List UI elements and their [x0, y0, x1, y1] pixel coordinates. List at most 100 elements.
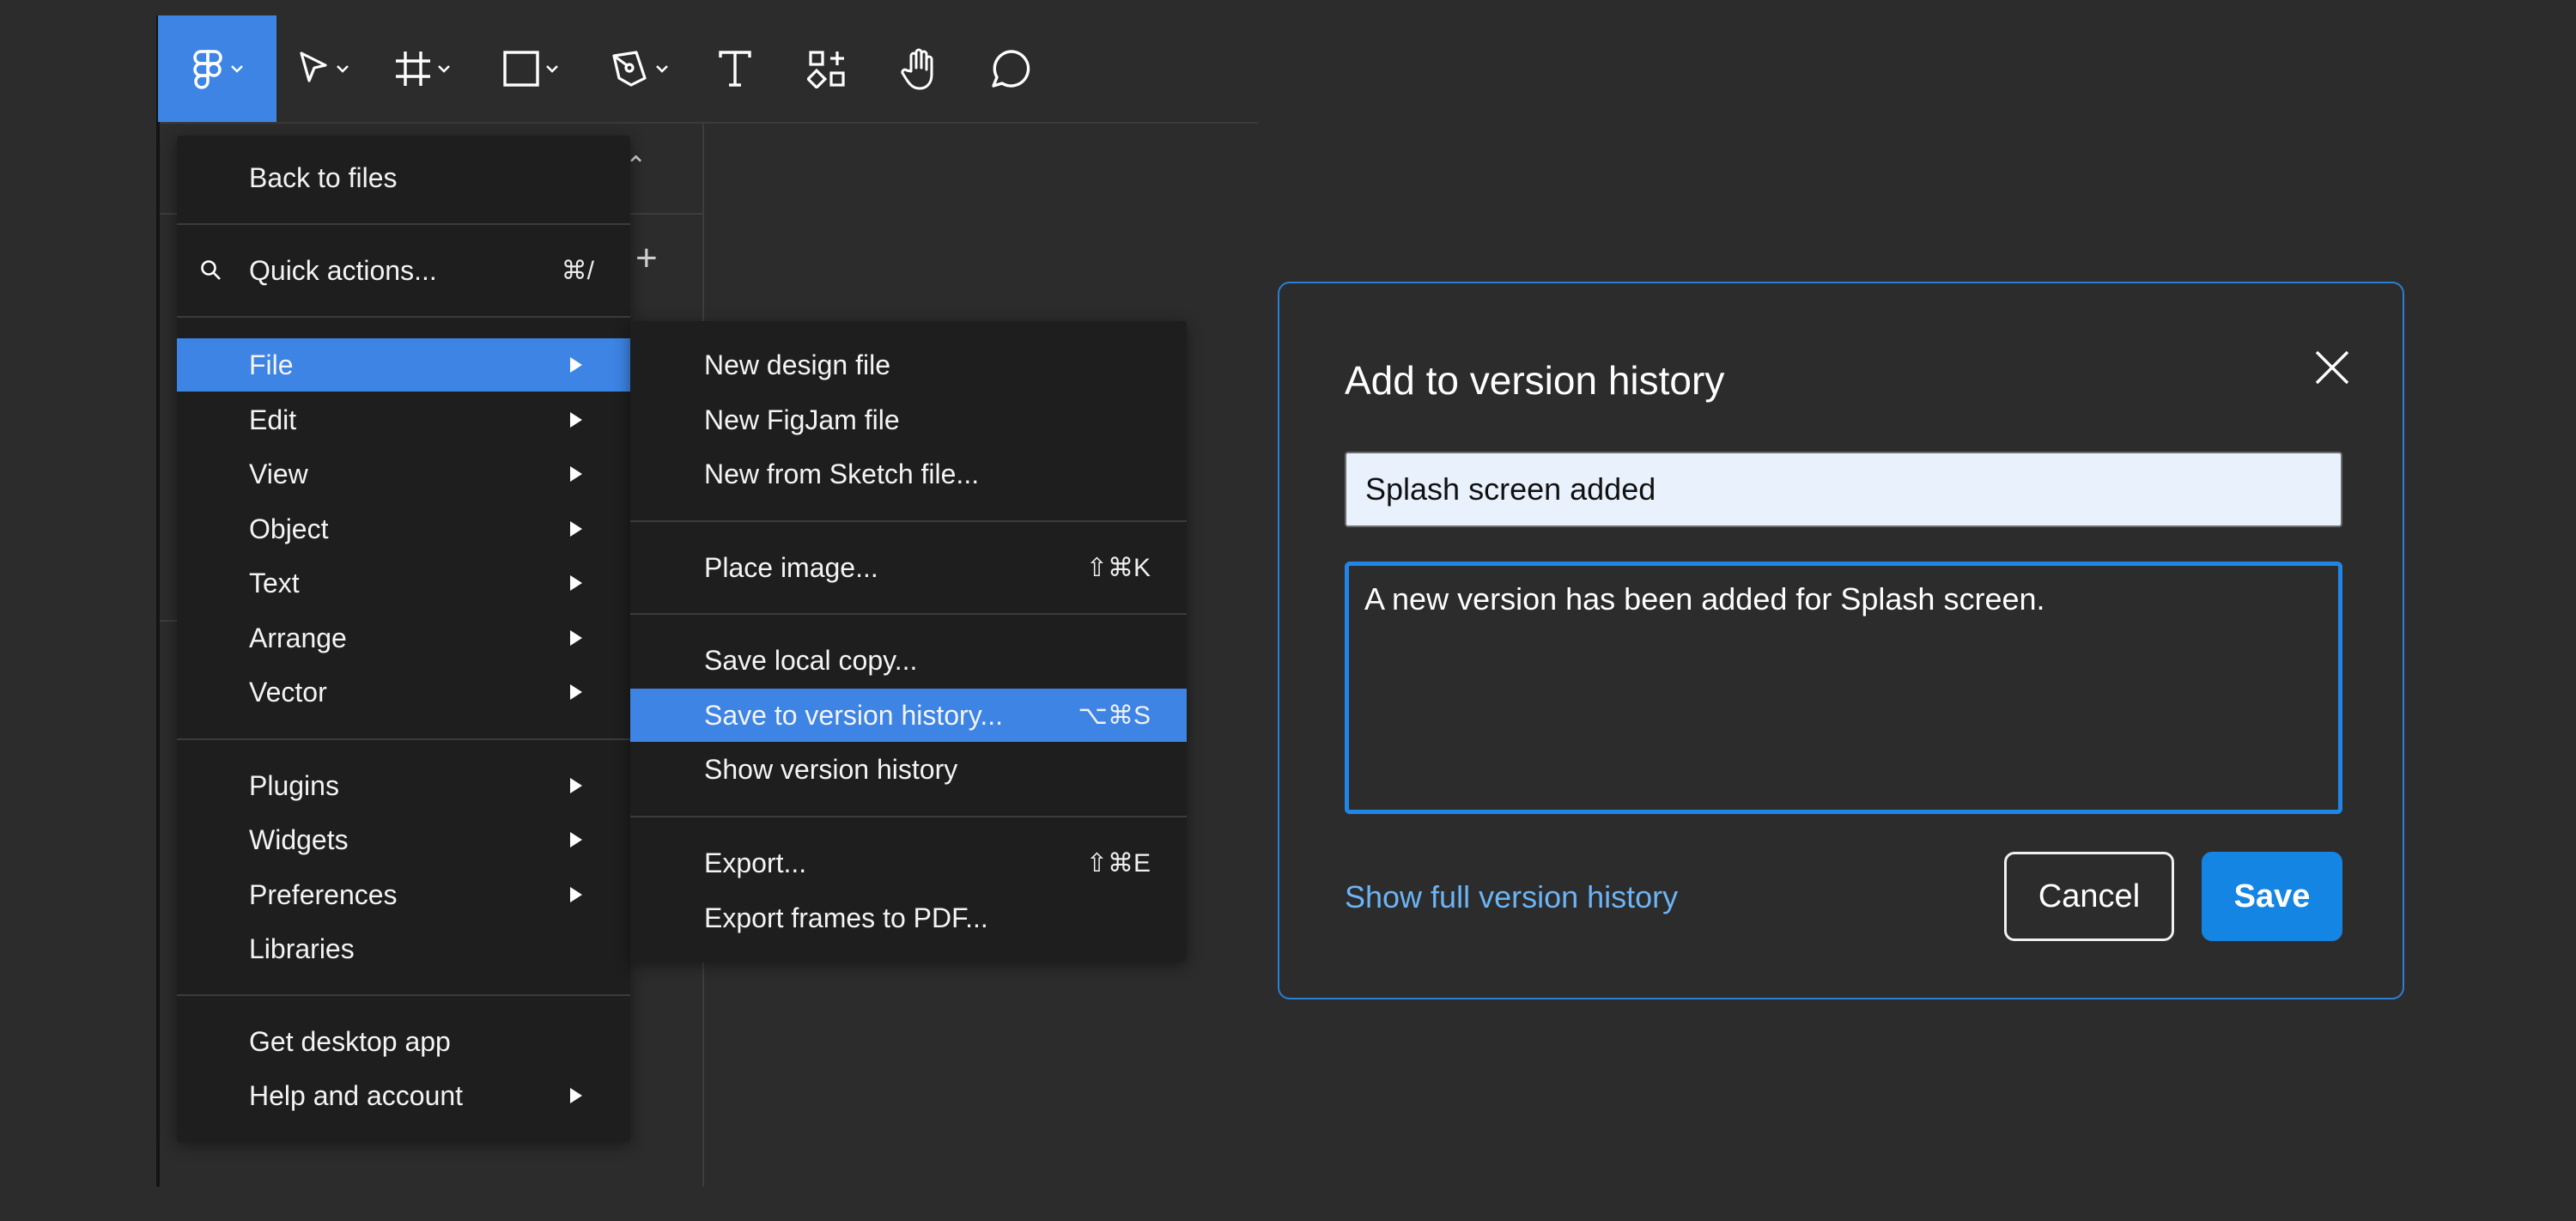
chevron-down-icon [231, 65, 243, 73]
chevron-down-icon [546, 65, 558, 73]
submenu-item-label: New from Sketch file... [704, 458, 980, 489]
submenu-item-label: Show version history [704, 753, 958, 785]
submenu-item-label: New FigJam file [704, 404, 900, 435]
menu-item-get-desktop-app[interactable]: Get desktop app [177, 1015, 630, 1068]
menu-item-plugins[interactable]: Plugins [177, 759, 630, 812]
menu-item-label: Object [249, 513, 329, 544]
search-icon [201, 260, 221, 280]
submenu-item-label: New design file [704, 349, 890, 380]
menu-separator [177, 316, 630, 318]
chevron-down-icon [337, 65, 349, 73]
menu-separator [177, 994, 630, 996]
menu-item-label: View [249, 458, 308, 489]
hand-icon [901, 48, 933, 90]
main-menu-button[interactable] [158, 15, 276, 122]
menu-item-label: Help and account [249, 1079, 464, 1111]
submenu-item-new-figjam-file[interactable]: New FigJam file [630, 393, 1187, 446]
cursor-icon [300, 52, 327, 82]
menu-item-libraries[interactable]: Libraries [177, 922, 630, 975]
hand-tool-button[interactable] [878, 15, 963, 122]
submenu-item-new-from-sketch[interactable]: New from Sketch file... [630, 447, 1187, 501]
menu-item-vector[interactable]: Vector [177, 665, 630, 719]
submenu-item-new-design-file[interactable]: New design file [630, 338, 1187, 392]
menu-item-label: Text [249, 567, 300, 598]
submenu-arrow-icon [570, 887, 582, 902]
menu-item-help-and-account[interactable]: Help and account [177, 1069, 630, 1122]
dialog-title: Add to version history [1345, 358, 1725, 403]
shortcut-label: ⌥⌘S [1078, 701, 1151, 730]
submenu-item-label: Save to version history... [704, 699, 1003, 731]
menu-item-file[interactable]: File [177, 338, 630, 392]
app-left-border [156, 15, 160, 1187]
close-button[interactable] [2308, 343, 2356, 392]
menu-item-object[interactable]: Object [177, 502, 630, 556]
version-description-input[interactable]: A new version has been added for Splash … [1345, 562, 2342, 814]
submenu-arrow-icon [570, 412, 582, 428]
show-full-version-history-link[interactable]: Show full version history [1345, 879, 1678, 915]
menu-item-label: Get desktop app [249, 1025, 451, 1057]
menu-separator [177, 223, 630, 225]
shortcut-label: ⌘/ [561, 256, 594, 285]
menu-item-widgets[interactable]: Widgets [177, 813, 630, 866]
menu-item-label: Quick actions... [249, 254, 437, 286]
submenu-item-show-version-history[interactable]: Show version history [630, 743, 1187, 796]
submenu-item-save-to-version-history[interactable]: Save to version history... ⌥⌘S [630, 689, 1187, 742]
submenu-item-export-frames-pdf[interactable]: Export frames to PDF... [630, 891, 1187, 945]
submenu-arrow-icon [570, 684, 582, 700]
frame-icon [396, 52, 430, 86]
version-title-input[interactable] [1345, 452, 2342, 527]
menu-item-label: Edit [249, 404, 297, 435]
text-tool-button[interactable] [694, 15, 776, 122]
resources-tool-button[interactable] [776, 15, 878, 122]
menu-item-label: Preferences [249, 878, 398, 910]
menu-item-back-to-files[interactable]: Back to files [177, 151, 630, 204]
submenu-separator [630, 816, 1187, 817]
submenu-arrow-icon [570, 357, 582, 373]
file-submenu: New design file New FigJam file New from… [630, 321, 1187, 962]
menu-item-label: Arrange [249, 622, 347, 653]
menu-item-label: Back to files [249, 161, 398, 193]
menu-item-edit[interactable]: Edit [177, 393, 630, 446]
frame-tool-button[interactable] [369, 15, 476, 122]
submenu-item-label: Save local copy... [704, 644, 918, 676]
save-button[interactable]: Save [2202, 852, 2342, 941]
menu-item-preferences[interactable]: Preferences [177, 868, 630, 921]
main-menu: Back to files Quick actions... ⌘/ File E… [177, 136, 630, 1142]
shortcut-label: ⇧⌘K [1085, 553, 1151, 582]
submenu-arrow-icon [570, 575, 582, 591]
chevron-down-icon [656, 65, 668, 73]
text-icon [719, 51, 751, 87]
comment-tool-button[interactable] [963, 15, 1058, 122]
submenu-arrow-icon [570, 832, 582, 847]
shortcut-label: ⇧⌘E [1085, 848, 1151, 878]
cancel-button[interactable]: Cancel [2004, 852, 2174, 941]
submenu-arrow-icon [570, 1088, 582, 1103]
submenu-item-label: Export frames to PDF... [704, 902, 988, 933]
shape-tool-button[interactable] [476, 15, 586, 122]
components-icon [807, 51, 845, 88]
move-tool-button[interactable] [276, 15, 369, 122]
menu-item-label: Vector [249, 676, 327, 708]
menu-item-quick-actions[interactable]: Quick actions... ⌘/ [177, 244, 630, 297]
menu-item-text[interactable]: Text [177, 556, 630, 610]
add-page-icon[interactable]: + [635, 237, 658, 280]
menu-item-label: Libraries [249, 932, 355, 964]
submenu-arrow-icon [570, 778, 582, 793]
pen-icon [612, 51, 647, 87]
submenu-separator [630, 520, 1187, 522]
toolbar [158, 15, 1058, 122]
rectangle-icon [503, 51, 539, 87]
submenu-item-save-local-copy[interactable]: Save local copy... [630, 634, 1187, 687]
menu-item-arrange[interactable]: Arrange [177, 611, 630, 665]
submenu-item-place-image[interactable]: Place image... ⇧⌘K [630, 541, 1187, 594]
chevron-down-icon [438, 65, 450, 73]
add-to-version-history-dialog: Add to version history A new version has… [1278, 282, 2404, 999]
submenu-item-export[interactable]: Export... ⇧⌘E [630, 836, 1187, 890]
menu-item-label: File [249, 349, 294, 380]
submenu-arrow-icon [570, 630, 582, 646]
submenu-arrow-icon [570, 466, 582, 482]
pen-tool-button[interactable] [586, 15, 694, 122]
menu-item-view[interactable]: View [177, 447, 630, 501]
submenu-arrow-icon [570, 521, 582, 537]
close-icon [2315, 350, 2349, 385]
